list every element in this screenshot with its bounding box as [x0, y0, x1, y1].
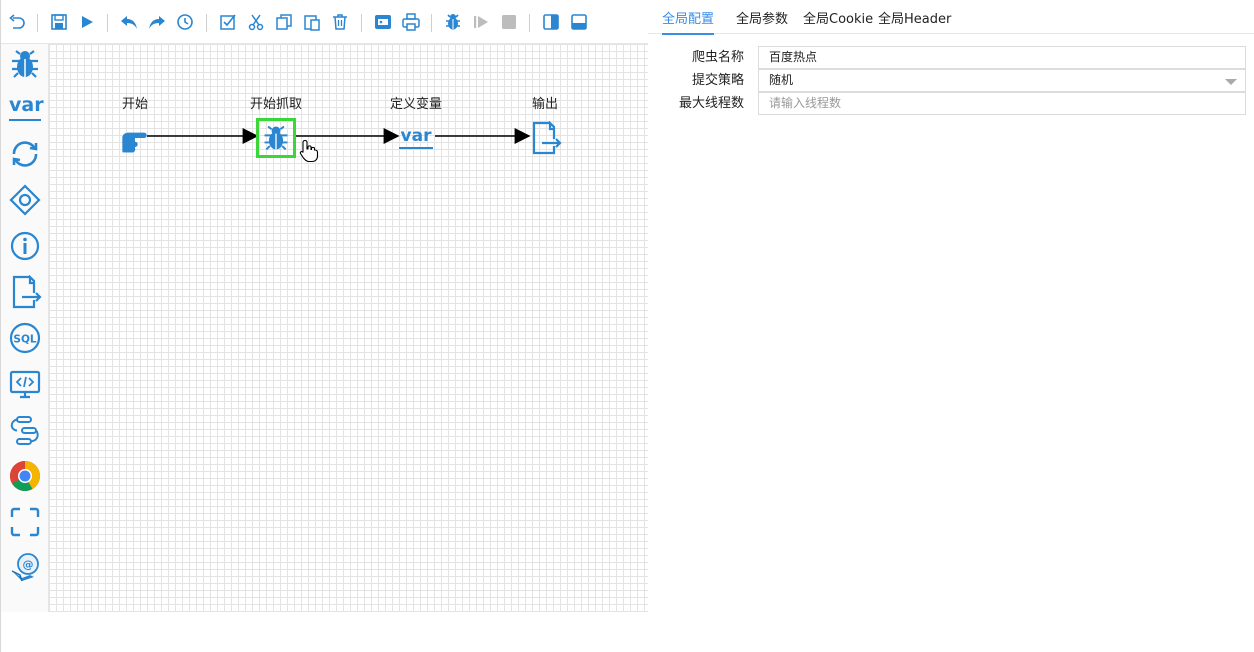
flow-node-label: 输出: [531, 97, 558, 112]
output-icon[interactable]: [7, 274, 43, 310]
email-icon[interactable]: @: [7, 550, 43, 586]
flow-node-output[interactable]: 输出: [505, 96, 585, 158]
toggle-bottom-panel-icon[interactable]: [567, 10, 591, 34]
chevron-down-icon[interactable]: [1225, 79, 1237, 85]
cut-icon[interactable]: [244, 10, 268, 34]
resume-icon[interactable]: [469, 10, 493, 34]
toolbar-divider: [361, 14, 362, 32]
run-icon[interactable]: [75, 10, 99, 34]
sql-icon[interactable]: SQL: [7, 320, 43, 356]
tab-global-header[interactable]: 全局Header: [878, 8, 951, 33]
strategy-label: 提交策略: [691, 73, 744, 88]
toolbar-divider: [107, 14, 108, 32]
loop-icon[interactable]: [7, 136, 43, 172]
tab-global-config[interactable]: 全局配置: [662, 8, 715, 35]
variable-node-text: var: [399, 127, 433, 149]
save-icon[interactable]: [47, 10, 71, 34]
info-icon[interactable]: [7, 228, 43, 264]
svg-text:@: @: [23, 558, 34, 571]
tab-global-cookie[interactable]: 全局Cookie: [803, 8, 873, 33]
toggle-right-panel-icon[interactable]: [539, 10, 563, 34]
flow-node-start[interactable]: 开始: [95, 96, 175, 158]
history-icon[interactable]: [173, 10, 197, 34]
form-row-strategy: 提交策略 随机: [648, 69, 1248, 93]
script-icon[interactable]: [7, 366, 43, 402]
flow-node-label: 定义变量: [389, 97, 442, 112]
export-image-icon[interactable]: [371, 10, 395, 34]
back-icon[interactable]: [117, 10, 141, 34]
stop-icon[interactable]: [497, 10, 521, 34]
spider-icon: [256, 118, 296, 158]
capture-icon[interactable]: [7, 504, 43, 540]
spider-name-input[interactable]: 百度热点: [758, 46, 1246, 69]
toolbar-divider: [431, 14, 432, 32]
variable-label: var: [9, 95, 44, 121]
toolbar-divider: [37, 14, 38, 32]
select-all-icon[interactable]: [216, 10, 240, 34]
paste-icon[interactable]: [300, 10, 324, 34]
variable-icon[interactable]: var: [7, 90, 44, 126]
start-hand-icon: [115, 118, 155, 158]
condition-icon[interactable]: [7, 182, 43, 218]
max-threads-label: 最大线程数: [678, 96, 744, 111]
max-threads-input[interactable]: 请输入线程数: [758, 92, 1246, 115]
flow-node-label: 开始: [121, 97, 148, 112]
toolbar: [1, 0, 648, 44]
process-icon[interactable]: [7, 412, 43, 448]
form-row-max-threads: 最大线程数 请输入线程数: [648, 92, 1248, 116]
strategy-selected-value: 随机: [769, 73, 794, 87]
strategy-select[interactable]: 随机: [758, 69, 1246, 92]
form-row-spider-name: 爬虫名称 百度热点: [648, 46, 1248, 70]
delete-icon[interactable]: [328, 10, 352, 34]
app-window: var SQL @ 开始 开始抓取 定义变量 var 输出 全局配置 全局参数 …: [0, 0, 1254, 652]
forward-icon[interactable]: [145, 10, 169, 34]
toolbar-divider: [206, 14, 207, 32]
hand-cursor-icon: [299, 139, 319, 163]
flow-canvas[interactable]: 开始 开始抓取 定义变量 var 输出: [49, 44, 648, 612]
config-tabs: 全局配置 全局参数 全局Cookie 全局Header: [648, 0, 1254, 35]
toolbar-divider: [529, 14, 530, 32]
svg-text:SQL: SQL: [13, 334, 36, 346]
debug-icon[interactable]: [441, 10, 465, 34]
tab-global-params[interactable]: 全局参数: [736, 8, 788, 33]
spider-name-label: 爬虫名称: [691, 50, 744, 65]
component-palette: var SQL @: [1, 44, 49, 612]
copy-icon[interactable]: [272, 10, 296, 34]
undo-icon[interactable]: [5, 10, 29, 34]
flow-node-define-variable[interactable]: 定义变量 var: [376, 96, 456, 158]
chrome-icon[interactable]: [7, 458, 43, 494]
output-icon: [525, 118, 565, 158]
flow-node-label: 开始抓取: [249, 97, 302, 112]
print-icon[interactable]: [399, 10, 423, 34]
spider-icon[interactable]: [7, 46, 43, 82]
variable-icon: var: [396, 118, 436, 158]
